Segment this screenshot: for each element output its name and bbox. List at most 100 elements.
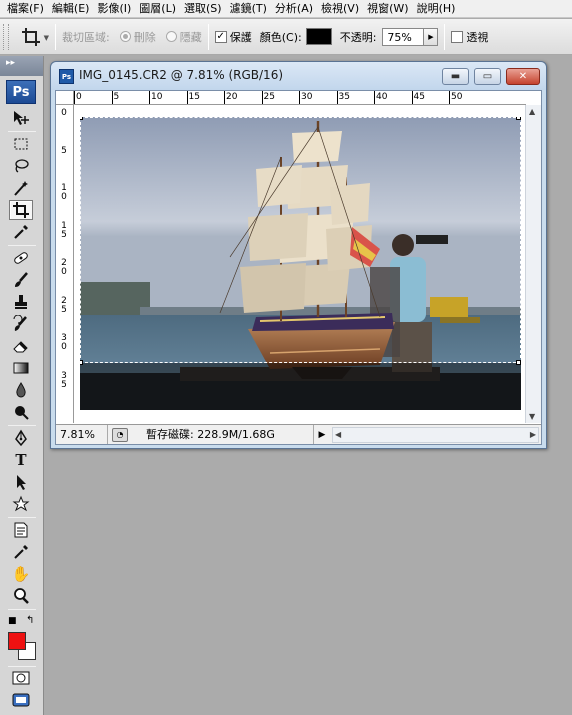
options-bar: ▼ 裁切區域: 刪除 隱藏 ✓ 保護 顏色(C): 不透明: 75% ▶ 透視	[0, 19, 572, 55]
crop-handle-bottom-left[interactable]	[80, 360, 83, 365]
ruler-label: 30	[301, 92, 313, 102]
tool-divider	[8, 609, 36, 610]
notes-tool-icon[interactable]	[9, 520, 33, 540]
status-info-icon[interactable]: ◔	[112, 427, 128, 442]
foreground-color-swatch[interactable]	[8, 632, 26, 650]
tool-divider	[8, 245, 36, 246]
ruler-label: 10	[151, 92, 163, 102]
menu-item-4[interactable]: 選取(S)	[180, 0, 226, 18]
ruler-tick	[261, 91, 263, 104]
quick-mask-icon[interactable]	[9, 668, 33, 688]
vertical-ruler[interactable]: 0 5 10 15 20 25 30 35	[56, 105, 74, 423]
scroll-left-icon[interactable]: ◀	[335, 430, 341, 439]
dodge-tool-icon[interactable]	[9, 402, 33, 422]
ruler-tick	[299, 91, 300, 104]
tool-divider	[8, 517, 36, 518]
eyedropper-sample-tool-icon[interactable]	[9, 542, 33, 562]
default-colors-icon[interactable]: ■	[8, 616, 17, 626]
ruler-label: 0	[76, 92, 82, 102]
toolbox: ▸▸ Ps T ✋ ■ ↰	[0, 56, 44, 715]
scroll-down-icon[interactable]: ▼	[529, 412, 535, 421]
crop-marquee[interactable]	[80, 117, 521, 363]
menu-item-9[interactable]: 說明(H)	[413, 0, 460, 18]
menu-item-3[interactable]: 圖層(L)	[135, 0, 180, 18]
status-menu-arrow-icon[interactable]: ▶	[314, 430, 330, 440]
scratch-disk-info: 暫存磁碟: 228.9M/1.68G	[132, 425, 314, 444]
crop-handle-top-left[interactable]	[80, 117, 83, 120]
crop-tool-icon[interactable]	[9, 200, 33, 220]
clone-stamp-tool-icon[interactable]	[9, 292, 33, 312]
menu-item-5[interactable]: 濾鏡(T)	[226, 0, 271, 18]
eraser-tool-icon[interactable]	[9, 336, 33, 356]
photoshop-logo[interactable]: Ps	[6, 80, 36, 104]
close-icon: ✕	[518, 71, 528, 82]
menu-item-7[interactable]: 檢視(V)	[317, 0, 363, 18]
crop-handle-bottom-right[interactable]	[516, 360, 521, 365]
type-tool-icon[interactable]: T	[9, 450, 33, 470]
chevron-down-icon: ▼	[43, 33, 49, 42]
vertical-scrollbar[interactable]: ▲ ▼	[525, 105, 541, 423]
menu-item-0[interactable]: 檔案(F)	[0, 0, 48, 18]
hide-radio[interactable]	[165, 31, 177, 42]
menu-item-1[interactable]: 編輯(E)	[48, 0, 94, 18]
opacity-label: 不透明:	[339, 30, 377, 44]
horizontal-scrollbar[interactable]: ◀ ▶	[332, 426, 539, 443]
ruler-label: 35	[338, 92, 350, 102]
status-bar: 7.81% ◔ 暫存磁碟: 228.9M/1.68G ▶ ◀ ▶	[56, 424, 541, 444]
menu-item-8[interactable]: 視窗(W)	[363, 0, 412, 18]
blur-tool-icon[interactable]	[9, 380, 33, 400]
shield-color-swatch[interactable]	[305, 28, 332, 45]
ruler-tick	[224, 91, 225, 104]
magic-wand-tool-icon[interactable]	[9, 178, 33, 198]
crop-area-label: 裁切區域:	[62, 30, 110, 44]
lasso-tool-icon[interactable]	[9, 156, 33, 176]
document-image[interactable]	[80, 117, 521, 410]
custom-shape-tool-icon[interactable]	[9, 494, 33, 514]
eyedropper-tool-icon[interactable]	[9, 222, 33, 242]
zoom-tool-icon[interactable]	[9, 586, 33, 606]
ruler-origin[interactable]	[56, 91, 74, 105]
scroll-up-icon[interactable]: ▲	[529, 107, 535, 116]
history-brush-tool-icon[interactable]	[9, 314, 33, 334]
maximize-button[interactable]: ▭	[474, 68, 501, 85]
swap-colors-icon[interactable]: ↰	[26, 615, 34, 626]
maximize-icon: ▭	[482, 71, 493, 82]
ruler-label: 20	[61, 258, 67, 277]
marquee-tool-icon[interactable]	[9, 134, 33, 154]
hand-tool-icon[interactable]: ✋	[9, 564, 33, 584]
color-label: 顏色(C):	[259, 30, 302, 44]
path-selection-tool-icon[interactable]	[9, 472, 33, 492]
canvas-area[interactable]	[75, 106, 526, 423]
ruler-tick	[149, 91, 150, 104]
opacity-slider-button[interactable]: ▶	[424, 27, 439, 46]
gradient-tool-icon[interactable]	[9, 358, 33, 378]
zoom-level[interactable]: 7.81%	[56, 425, 108, 444]
perspective-checkbox[interactable]	[451, 30, 464, 43]
scroll-right-icon[interactable]: ▶	[530, 430, 536, 439]
document-titlebar[interactable]: Ps IMG_0145.CR2 @ 7.81% (RGB/16) ▬ ▭ ✕	[51, 62, 546, 90]
brush-tool-icon[interactable]	[9, 270, 33, 290]
ruler-tick	[336, 91, 338, 104]
ruler-tick	[449, 91, 450, 104]
close-button[interactable]: ✕	[506, 68, 540, 85]
menu-item-2[interactable]: 影像(I)	[93, 0, 135, 18]
horizontal-ruler[interactable]: 0 5 10 15 20 25 30 35 40 45 50	[74, 91, 526, 105]
menu-item-6[interactable]: 分析(A)	[271, 0, 317, 18]
options-grip[interactable]	[3, 23, 9, 50]
healing-brush-tool-icon[interactable]	[9, 248, 33, 268]
ruler-label: 45	[413, 92, 425, 102]
tool-preset-picker[interactable]: ▼	[13, 24, 49, 50]
pen-tool-icon[interactable]	[9, 428, 33, 448]
delete-radio[interactable]	[119, 31, 131, 42]
screen-mode-icon[interactable]	[9, 690, 33, 710]
crop-handle-top-right[interactable]	[516, 117, 521, 120]
minimize-button[interactable]: ▬	[442, 68, 469, 85]
menu-bar: 檔案(F) 編輯(E) 影像(I) 圖層(L) 選取(S) 濾鏡(T) 分析(A) 檢視(V)…	[0, 0, 572, 18]
delete-label: 刪除	[133, 30, 156, 44]
ruler-label: 0	[61, 108, 67, 118]
shield-checkbox[interactable]: ✓	[214, 30, 227, 43]
toolbox-header[interactable]: ▸▸	[0, 56, 43, 76]
opacity-input[interactable]: 75%	[382, 27, 425, 46]
move-tool-icon[interactable]	[9, 108, 33, 128]
ruler-label: 5	[61, 145, 67, 156]
